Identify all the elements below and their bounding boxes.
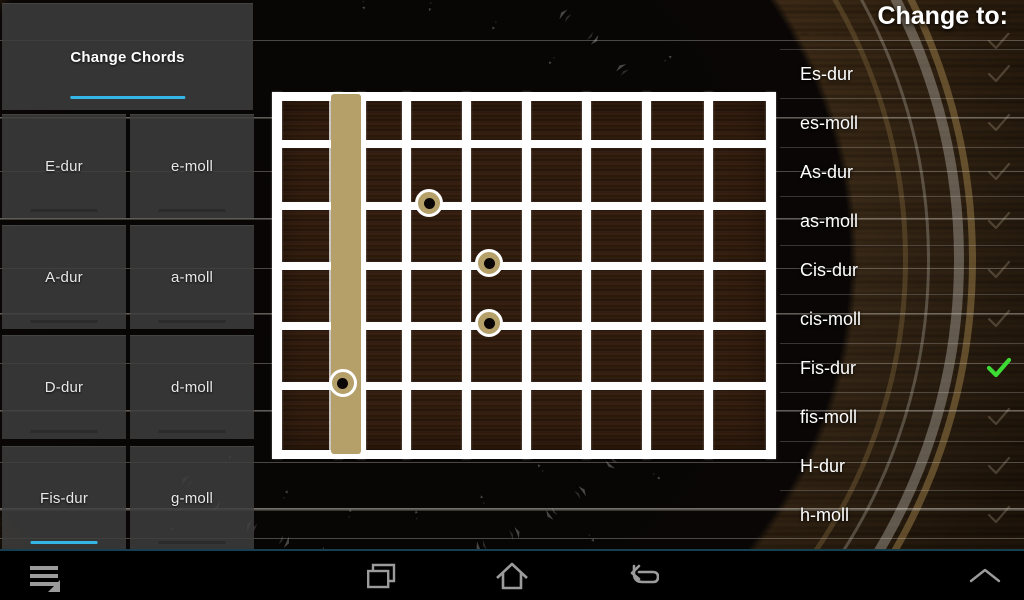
change-to-item-label: As-dur bbox=[800, 161, 854, 182]
barre-bar bbox=[330, 94, 361, 454]
finger-dot[interactable] bbox=[415, 189, 443, 217]
chord-button-label: Fis-dur bbox=[39, 490, 89, 507]
change-to-item-h-dur[interactable]: H-dur bbox=[780, 441, 1024, 490]
change-to-panel: Change to: b-moll Es-dur es-moll As-dur as-m… bbox=[780, 0, 1024, 551]
recents-button[interactable] bbox=[352, 551, 412, 600]
chord-button-label: g-moll bbox=[170, 490, 214, 507]
chord-diagram-fretboard[interactable] bbox=[272, 92, 776, 459]
change-to-item-label: Es-dur bbox=[800, 63, 854, 84]
finger-dot[interactable] bbox=[475, 309, 503, 337]
chord-button-a-dur[interactable]: A-dur bbox=[2, 225, 126, 329]
checkmark-icon bbox=[986, 306, 1012, 332]
change-to-item-fis-dur[interactable]: Fis-dur bbox=[780, 343, 1024, 392]
home-button[interactable] bbox=[482, 551, 542, 600]
change-to-item-label: as-moll bbox=[800, 210, 859, 231]
change-to-list: b-moll Es-dur es-moll As-dur as-moll Cis-dur c… bbox=[780, 33, 1024, 539]
chord-button-d-moll[interactable]: d-moll bbox=[130, 335, 254, 439]
change-to-item-h-moll[interactable]: h-moll bbox=[780, 490, 1024, 539]
finger-dot[interactable] bbox=[475, 249, 503, 277]
checkmark-icon bbox=[986, 502, 1012, 528]
chord-button-underline bbox=[158, 209, 226, 212]
chord-button-label: a-moll bbox=[170, 269, 214, 286]
recents-icon bbox=[367, 563, 396, 588]
change-to-item-label: fis-moll bbox=[800, 406, 857, 427]
checkmark-icon bbox=[986, 110, 1012, 136]
checkmark-icon bbox=[986, 33, 1012, 49]
chord-button-a-moll[interactable]: a-moll bbox=[130, 225, 254, 329]
change-to-item-cis-dur[interactable]: Cis-dur bbox=[780, 245, 1024, 294]
finger-dot[interactable] bbox=[328, 369, 357, 397]
chord-button-underline bbox=[158, 430, 226, 433]
checkmark-icon bbox=[986, 355, 1012, 381]
change-chords-header[interactable]: Change Chords bbox=[2, 3, 253, 110]
chord-button-underline bbox=[30, 430, 98, 433]
chord-button-label: E-dur bbox=[45, 158, 83, 175]
checkmark-icon bbox=[986, 159, 1012, 185]
back-arrow-icon bbox=[630, 564, 659, 583]
left-chord-panel: Change Chords E-dur e-moll A-dur a-moll D-du… bbox=[0, 0, 255, 551]
chord-button-label: d-moll bbox=[170, 379, 214, 396]
change-to-item-label: h-moll bbox=[800, 504, 850, 525]
change-to-item-cis-moll[interactable]: cis-moll bbox=[780, 294, 1024, 343]
change-chords-label: Change Chords bbox=[70, 48, 185, 66]
change-to-item-label: Fis-dur bbox=[800, 357, 857, 378]
menu-icon bbox=[30, 564, 60, 592]
change-to-title: Change to: bbox=[877, 2, 1008, 30]
change-to-item-es-dur[interactable]: Es-dur bbox=[780, 49, 1024, 98]
change-to-item-fis-moll[interactable]: fis-moll bbox=[780, 392, 1024, 441]
change-to-item-label: H-dur bbox=[800, 455, 846, 476]
change-to-item-es-moll[interactable]: es-moll bbox=[780, 98, 1024, 147]
checkmark-icon bbox=[986, 404, 1012, 430]
chord-button-d-dur[interactable]: D-dur bbox=[2, 335, 126, 439]
chord-button-underline bbox=[30, 320, 98, 323]
chord-button-underline bbox=[30, 209, 98, 212]
checkmark-icon bbox=[986, 61, 1012, 87]
expand-button[interactable] bbox=[955, 551, 1015, 600]
change-to-item-as-moll[interactable]: as-moll bbox=[780, 196, 1024, 245]
chord-button-g-moll[interactable]: g-moll bbox=[130, 446, 254, 550]
change-to-item-label: es-moll bbox=[800, 112, 859, 133]
chord-button-label: D-dur bbox=[44, 379, 84, 396]
change-to-item-label: b-moll bbox=[800, 33, 849, 38]
chord-button-underline bbox=[30, 541, 98, 544]
chord-button-underline bbox=[158, 320, 226, 323]
chord-button-fis-dur[interactable]: Fis-dur bbox=[2, 446, 126, 550]
chord-button-label: e-moll bbox=[170, 158, 214, 175]
android-navigation-bar bbox=[0, 551, 1024, 600]
menu-button[interactable] bbox=[14, 551, 74, 600]
chord-button-label: A-dur bbox=[45, 269, 83, 286]
checkmark-icon bbox=[986, 453, 1012, 479]
checkmark-icon bbox=[986, 208, 1012, 234]
chevron-up-icon bbox=[969, 568, 1001, 582]
change-to-item-as-dur[interactable]: As-dur bbox=[780, 147, 1024, 196]
chord-button-e-moll[interactable]: e-moll bbox=[130, 114, 254, 218]
change-to-item-label: Cis-dur bbox=[800, 259, 859, 280]
checkmark-icon bbox=[986, 257, 1012, 283]
app-root: Change Chords E-dur e-moll A-dur a-moll D-du… bbox=[0, 0, 1024, 600]
header-underline bbox=[69, 96, 186, 99]
change-to-item-label: cis-moll bbox=[800, 308, 861, 329]
home-icon bbox=[496, 562, 528, 589]
chord-button-underline bbox=[158, 541, 226, 544]
chord-button-e-dur[interactable]: E-dur bbox=[2, 114, 126, 218]
back-button[interactable] bbox=[613, 551, 673, 600]
change-to-item-b-moll[interactable]: b-moll bbox=[780, 33, 1024, 49]
